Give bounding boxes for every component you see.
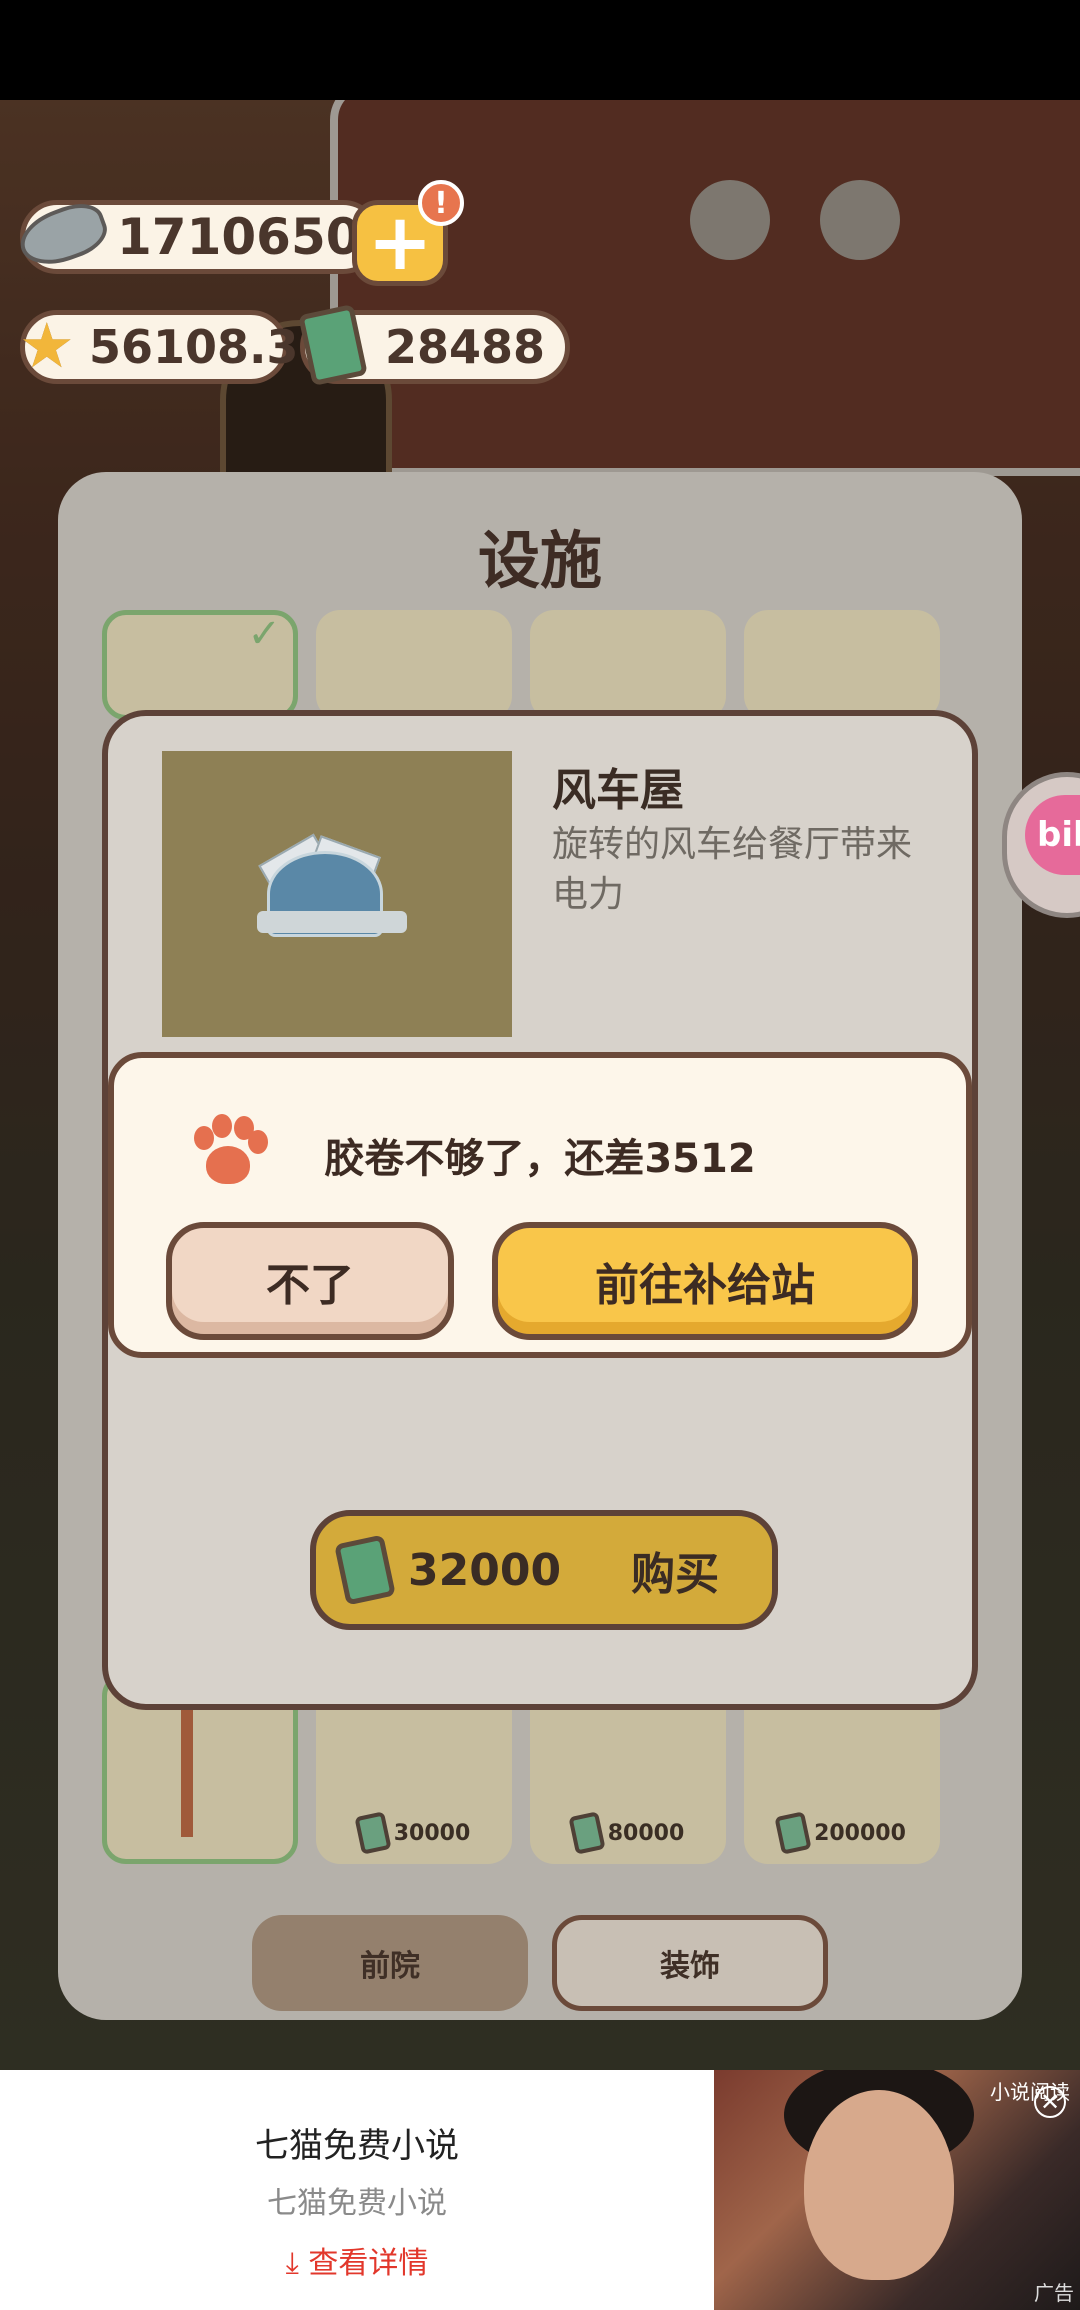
film-currency-pill: 28488 [298, 303, 570, 387]
dialog-message: 胶卷不够了，还差3512 [324, 1136, 756, 1182]
fish-icon [12, 195, 114, 275]
download-arrow-icon: ⤓ [285, 2246, 309, 2281]
buy-button[interactable]: 32000 购买 [310, 1510, 778, 1630]
star-score: 56108.3 [89, 320, 299, 374]
alert-badge: ! [418, 180, 464, 226]
facility-card[interactable]: ✓ [102, 610, 298, 720]
facility-description: 旋转的风车给餐厅带来电力 [552, 824, 913, 915]
card-price: 80000 [607, 1820, 685, 1846]
star-icon: ★ [19, 309, 75, 382]
ad-banner[interactable]: 七猫免费小说 七猫免费小说 ⤓ 查看详情 小说阅读 ✕ 广告 [0, 2070, 1080, 2310]
person-image [804, 2090, 954, 2280]
panel-title: 设施 [477, 524, 602, 597]
cancel-button[interactable]: 不了 [166, 1222, 454, 1340]
tab-decoration[interactable]: 装饰 [552, 1915, 828, 2011]
ad-mark: 广告 [1034, 2281, 1074, 2305]
facility-name: 风车屋 [552, 765, 684, 816]
tab-front-yard[interactable]: 前院 [252, 1915, 528, 2011]
insufficient-film-dialog: 胶卷不够了，还差3512 不了 前往补给站 [108, 1052, 972, 1358]
star-currency-pill: ★ 56108.3 [19, 309, 299, 384]
fish-currency-pill: 17106505 [12, 195, 395, 275]
go-to-supply-station-button[interactable]: 前往补给站 [492, 1222, 918, 1340]
close-icon[interactable]: ✕ [1034, 2086, 1066, 2118]
windmill-preview-image [162, 751, 512, 1037]
film-roll-icon [334, 1534, 396, 1606]
facility-card[interactable] [316, 610, 512, 720]
card-price: 200000 [814, 1820, 906, 1846]
facility-card[interactable] [530, 610, 726, 720]
facility-card[interactable] [744, 610, 940, 720]
bilibili-logo: bili [1025, 795, 1080, 875]
film-roll-icon [298, 303, 368, 387]
card-price: 30000 [393, 1820, 471, 1846]
checkmark-icon: ✓ [247, 611, 281, 657]
film-roll-icon [568, 1811, 606, 1855]
ad-details-link[interactable]: ⤓ 查看详情 [0, 2238, 714, 2282]
ad-image[interactable]: 小说阅读 ✕ 广告 [714, 2070, 1080, 2310]
film-roll-icon [354, 1811, 392, 1855]
ad-title: 七猫免费小说 [255, 2126, 459, 2166]
buy-label: 购买 [631, 1549, 720, 1600]
ad-subtitle: 七猫免费小说 [267, 2186, 447, 2221]
film-roll-icon [774, 1811, 812, 1855]
film-count: 28488 [385, 320, 546, 374]
buy-price: 32000 [408, 1544, 562, 1596]
